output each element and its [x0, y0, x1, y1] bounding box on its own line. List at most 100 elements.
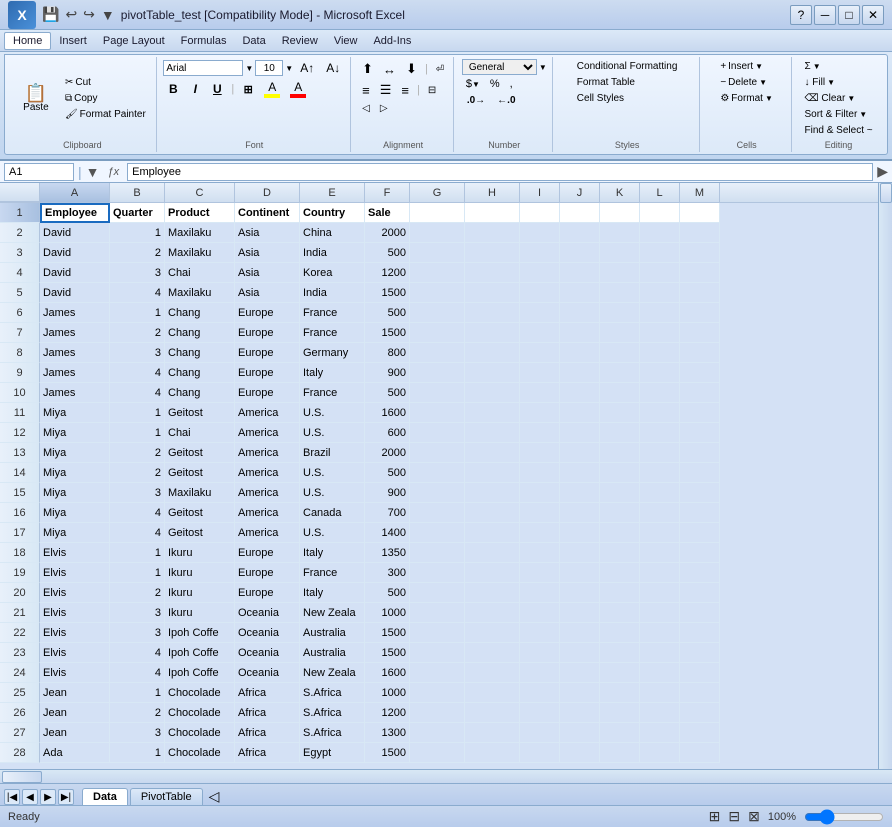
list-item[interactable] [410, 723, 465, 743]
list-item[interactable]: Africa [235, 683, 300, 703]
list-item[interactable] [680, 243, 720, 263]
sum-btn[interactable]: Σ ▼ [800, 59, 878, 74]
list-item[interactable]: 500 [365, 243, 410, 263]
list-item[interactable] [410, 363, 465, 383]
list-item[interactable] [680, 723, 720, 743]
list-item[interactable] [640, 443, 680, 463]
list-item[interactable]: James [40, 383, 110, 403]
list-item[interactable]: China [300, 223, 365, 243]
list-item[interactable] [465, 323, 520, 343]
list-item[interactable]: Oceania [235, 603, 300, 623]
hscroll-thumb[interactable] [2, 771, 42, 783]
layout-page-icon[interactable]: ⊟ [728, 808, 740, 825]
row-header[interactable]: 22 [0, 623, 40, 643]
list-item[interactable]: 600 [365, 423, 410, 443]
list-item[interactable]: Europe [235, 343, 300, 363]
number-format-dropdown[interactable]: ▼ [539, 63, 547, 72]
list-item[interactable] [465, 263, 520, 283]
list-item[interactable]: Brazil [300, 443, 365, 463]
list-item[interactable]: Sale [365, 203, 410, 223]
list-item[interactable]: U.S. [300, 423, 365, 443]
list-item[interactable]: Europe [235, 543, 300, 563]
list-item[interactable] [465, 523, 520, 543]
list-item[interactable] [520, 743, 560, 763]
sheet-nav-next[interactable]: ▶ [40, 789, 56, 805]
formula-input[interactable] [127, 163, 873, 181]
list-item[interactable] [560, 743, 600, 763]
insert-dropdown[interactable]: ▼ [755, 62, 763, 71]
list-item[interactable] [640, 503, 680, 523]
list-item[interactable]: Country [300, 203, 365, 223]
list-item[interactable]: 4 [110, 523, 165, 543]
list-item[interactable] [600, 263, 640, 283]
list-item[interactable] [410, 503, 465, 523]
list-item[interactable]: Geitost [165, 443, 235, 463]
list-item[interactable]: 1200 [365, 263, 410, 283]
list-item[interactable]: 4 [110, 503, 165, 523]
row-header[interactable]: 7 [0, 323, 40, 343]
list-item[interactable] [465, 683, 520, 703]
list-item[interactable] [640, 723, 680, 743]
font-size-input[interactable] [255, 60, 283, 76]
list-item[interactable] [465, 703, 520, 723]
sheet-nav-first[interactable]: |◀ [4, 789, 20, 805]
list-item[interactable] [410, 323, 465, 343]
list-item[interactable]: Maxilaku [165, 243, 235, 263]
list-item[interactable]: 1 [110, 563, 165, 583]
menu-view[interactable]: View [326, 33, 366, 49]
list-item[interactable]: Chai [165, 263, 235, 283]
list-item[interactable] [520, 223, 560, 243]
list-item[interactable] [640, 203, 680, 223]
list-item[interactable] [520, 443, 560, 463]
list-item[interactable] [680, 503, 720, 523]
list-item[interactable] [680, 383, 720, 403]
menu-home[interactable]: Home [4, 32, 51, 50]
list-item[interactable]: 3 [110, 483, 165, 503]
list-item[interactable]: Miya [40, 503, 110, 523]
format-dropdown[interactable]: ▼ [765, 94, 773, 103]
list-item[interactable]: Italy [300, 543, 365, 563]
list-item[interactable] [410, 223, 465, 243]
list-item[interactable]: 3 [110, 603, 165, 623]
increase-decimal-btn[interactable]: .0→ [462, 93, 490, 108]
list-item[interactable]: Africa [235, 703, 300, 723]
corner-cell[interactable] [0, 183, 40, 202]
list-item[interactable] [680, 563, 720, 583]
row-header[interactable]: 12 [0, 423, 40, 443]
list-item[interactable]: James [40, 323, 110, 343]
restore-btn[interactable]: □ [838, 5, 860, 25]
row-header[interactable]: 3 [0, 243, 40, 263]
row-header[interactable]: 8 [0, 343, 40, 363]
list-item[interactable]: S.Africa [300, 703, 365, 723]
list-item[interactable]: 1 [110, 223, 165, 243]
list-item[interactable] [410, 623, 465, 643]
list-item[interactable] [465, 443, 520, 463]
list-item[interactable]: Asia [235, 283, 300, 303]
col-header-a[interactable]: A [40, 183, 110, 202]
wrap-text-btn[interactable]: ⏎ [432, 62, 448, 77]
list-item[interactable] [680, 303, 720, 323]
list-item[interactable]: France [300, 383, 365, 403]
list-item[interactable] [680, 663, 720, 683]
list-item[interactable]: Elvis [40, 543, 110, 563]
list-item[interactable] [640, 463, 680, 483]
list-item[interactable] [640, 563, 680, 583]
row-header[interactable]: 13 [0, 443, 40, 463]
list-item[interactable] [680, 343, 720, 363]
list-item[interactable]: Africa [235, 743, 300, 763]
list-item[interactable] [640, 543, 680, 563]
list-item[interactable] [640, 423, 680, 443]
list-item[interactable] [410, 703, 465, 723]
list-item[interactable]: Chocolade [165, 703, 235, 723]
delete-dropdown[interactable]: ▼ [759, 78, 767, 87]
list-item[interactable]: New Zeala [300, 663, 365, 683]
undo-icon[interactable]: ↩ [63, 4, 79, 25]
list-item[interactable]: Maxilaku [165, 223, 235, 243]
name-box[interactable] [4, 163, 74, 181]
list-item[interactable]: America [235, 443, 300, 463]
list-item[interactable]: 4 [110, 283, 165, 303]
list-item[interactable] [410, 403, 465, 423]
list-item[interactable] [600, 203, 640, 223]
row-header[interactable]: 24 [0, 663, 40, 683]
list-item[interactable]: David [40, 283, 110, 303]
